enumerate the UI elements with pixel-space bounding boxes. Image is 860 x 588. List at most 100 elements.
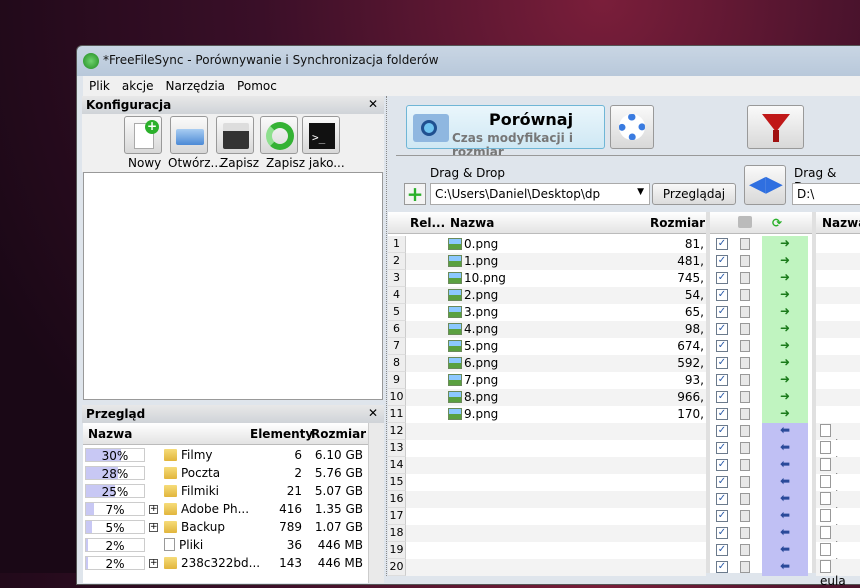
close-icon[interactable]: ✕ bbox=[368, 97, 378, 111]
create-left-icon[interactable]: ⬅ bbox=[762, 457, 808, 474]
table-row[interactable]: 10 8.png 966, ✓ ➜ bbox=[388, 389, 860, 406]
browse-button[interactable]: Przeglądaj bbox=[652, 183, 736, 205]
overview-row[interactable]: 5% + Backup 789 1.07 GB bbox=[83, 519, 368, 536]
expand-icon[interactable]: + bbox=[149, 505, 158, 514]
create-right-icon[interactable]: ➜ bbox=[762, 338, 808, 355]
menu-pomoc[interactable]: Pomoc bbox=[231, 76, 283, 96]
save-button[interactable] bbox=[216, 116, 254, 154]
expand-icon[interactable]: + bbox=[149, 523, 158, 532]
row-checkbox[interactable]: ✓ bbox=[716, 561, 728, 573]
filter-button[interactable] bbox=[747, 105, 804, 149]
table-row[interactable]: 20 ✓ ⬅ eula bbox=[388, 559, 860, 588]
row-checkbox[interactable]: ✓ bbox=[716, 476, 728, 488]
menu-akcje[interactable]: akcje bbox=[116, 76, 160, 96]
col-size[interactable]: Rozmiar bbox=[311, 427, 366, 441]
create-right-icon[interactable]: ➜ bbox=[762, 270, 808, 287]
create-left-icon[interactable]: ⬅ bbox=[762, 525, 808, 542]
row-checkbox[interactable]: ✓ bbox=[716, 493, 728, 505]
row-checkbox[interactable]: ✓ bbox=[716, 323, 728, 335]
left-folder-input[interactable]: C:\Users\Daniel\Desktop\dp ▼ bbox=[430, 183, 650, 205]
sync-direction-icon[interactable]: ⟳ bbox=[772, 216, 782, 230]
compare-settings-button[interactable] bbox=[610, 105, 654, 149]
table-row[interactable]: 2 1.png 481, ✓ ➜ bbox=[388, 253, 860, 270]
table-row[interactable]: 15 ✓ ⬅ eula bbox=[388, 474, 860, 503]
table-row[interactable]: 1 0.png 81, ✓ ➜ bbox=[388, 236, 860, 253]
row-checkbox[interactable]: ✓ bbox=[716, 442, 728, 454]
create-left-icon[interactable]: ⬅ bbox=[762, 440, 808, 457]
col-items[interactable]: Elementy bbox=[250, 427, 313, 441]
batch-job-button[interactable]: >_ bbox=[302, 116, 340, 154]
create-right-icon[interactable]: ➜ bbox=[762, 406, 808, 423]
table-row[interactable]: 7 5.png 674, ✓ ➜ bbox=[388, 338, 860, 355]
table-row[interactable]: 6 4.png 98, ✓ ➜ bbox=[388, 321, 860, 338]
table-row[interactable]: 8 6.png 592, ✓ ➜ bbox=[388, 355, 860, 372]
table-row[interactable]: 14 ✓ ⬅ eula bbox=[388, 457, 860, 486]
chevron-down-icon[interactable]: ▼ bbox=[637, 187, 644, 197]
table-row[interactable]: 4 2.png 54, ✓ ➜ bbox=[388, 287, 860, 304]
table-row[interactable]: 3 10.png 745, ✓ ➜ bbox=[388, 270, 860, 287]
col-right-name[interactable]: Nazwa bbox=[822, 216, 860, 230]
row-checkbox[interactable]: ✓ bbox=[716, 340, 728, 352]
col-size[interactable]: Rozmiar bbox=[650, 216, 705, 230]
right-folder-input[interactable]: D:\ bbox=[792, 183, 860, 205]
create-right-icon[interactable]: ➜ bbox=[762, 287, 808, 304]
config-list[interactable] bbox=[83, 172, 383, 400]
table-row[interactable]: 17 ✓ ⬅ eula bbox=[388, 508, 860, 537]
create-left-icon[interactable]: ⬅ bbox=[762, 542, 808, 559]
create-left-icon[interactable]: ⬅ bbox=[762, 559, 808, 576]
row-checkbox[interactable]: ✓ bbox=[716, 527, 728, 539]
open-button[interactable] bbox=[170, 116, 208, 154]
overview-row[interactable]: 25% Filmiki 21 5.07 GB bbox=[83, 483, 368, 500]
row-checkbox[interactable]: ✓ bbox=[716, 306, 728, 318]
row-checkbox[interactable]: ✓ bbox=[716, 425, 728, 437]
row-checkbox[interactable]: ✓ bbox=[716, 289, 728, 301]
add-folder-pair-button[interactable]: + bbox=[404, 183, 426, 205]
row-checkbox[interactable]: ✓ bbox=[716, 408, 728, 420]
table-row[interactable]: 13 ✓ ⬅ eula bbox=[388, 440, 860, 469]
overview-row[interactable]: 2% Pliki 36 446 MB bbox=[83, 537, 368, 554]
menu-narzedzia[interactable]: Narzędzia bbox=[159, 76, 231, 96]
create-left-icon[interactable]: ⬅ bbox=[762, 474, 808, 491]
row-checkbox[interactable]: ✓ bbox=[716, 391, 728, 403]
create-left-icon[interactable]: ⬅ bbox=[762, 491, 808, 508]
create-right-icon[interactable]: ➜ bbox=[762, 389, 808, 406]
row-checkbox[interactable]: ✓ bbox=[716, 255, 728, 267]
create-left-icon[interactable]: ⬅ bbox=[762, 423, 808, 440]
expand-icon[interactable]: + bbox=[149, 559, 158, 568]
row-checkbox[interactable]: ✓ bbox=[716, 459, 728, 471]
table-row[interactable]: 5 3.png 65, ✓ ➜ bbox=[388, 304, 860, 321]
create-right-icon[interactable]: ➜ bbox=[762, 372, 808, 389]
col-name[interactable]: Nazwa bbox=[88, 427, 132, 441]
create-right-icon[interactable]: ➜ bbox=[762, 253, 808, 270]
overview-row[interactable]: 2% + 238c322bd... 143 446 MB bbox=[83, 555, 368, 572]
row-checkbox[interactable]: ✓ bbox=[716, 357, 728, 369]
create-right-icon[interactable]: ➜ bbox=[762, 236, 808, 253]
overview-row[interactable]: 28% Poczta 2 5.76 GB bbox=[83, 465, 368, 482]
overview-row[interactable]: 7% + Adobe Ph... 416 1.35 GB bbox=[83, 501, 368, 518]
new-button[interactable]: + bbox=[124, 116, 162, 154]
compare-button[interactable]: Porównaj Czas modyfikacji i rozmiar bbox=[406, 105, 605, 159]
table-row[interactable]: 19 ✓ ⬅ eula bbox=[388, 542, 860, 571]
create-right-icon[interactable]: ➜ bbox=[762, 355, 808, 372]
table-row[interactable]: 12 ✓ ⬅ eula bbox=[388, 423, 860, 452]
create-left-icon[interactable]: ⬅ bbox=[762, 508, 808, 525]
swap-sides-button[interactable]: ◀▶ bbox=[744, 165, 786, 205]
overview-row[interactable]: 30% Filmy 6 6.10 GB bbox=[83, 447, 368, 464]
menu-plik[interactable]: Plik bbox=[83, 76, 116, 96]
close-icon[interactable]: ✕ bbox=[368, 406, 378, 420]
row-checkbox[interactable]: ✓ bbox=[716, 544, 728, 556]
col-rel[interactable]: Rel... bbox=[410, 216, 445, 230]
create-right-icon[interactable]: ➜ bbox=[762, 304, 808, 321]
overview-scrollbar[interactable] bbox=[368, 423, 384, 583]
table-row[interactable]: 9 7.png 93, ✓ ➜ bbox=[388, 372, 860, 389]
row-checkbox[interactable]: ✓ bbox=[716, 510, 728, 522]
row-checkbox[interactable]: ✓ bbox=[716, 272, 728, 284]
row-checkbox[interactable]: ✓ bbox=[716, 374, 728, 386]
create-right-icon[interactable]: ➜ bbox=[762, 321, 808, 338]
table-row[interactable]: 18 ✓ ⬅ eula bbox=[388, 525, 860, 554]
col-name[interactable]: Nazwa bbox=[450, 216, 494, 230]
save-as-button[interactable] bbox=[260, 116, 298, 154]
table-row[interactable]: 11 9.png 170, ✓ ➜ bbox=[388, 406, 860, 423]
camera-icon[interactable] bbox=[738, 216, 752, 228]
row-checkbox[interactable]: ✓ bbox=[716, 238, 728, 250]
